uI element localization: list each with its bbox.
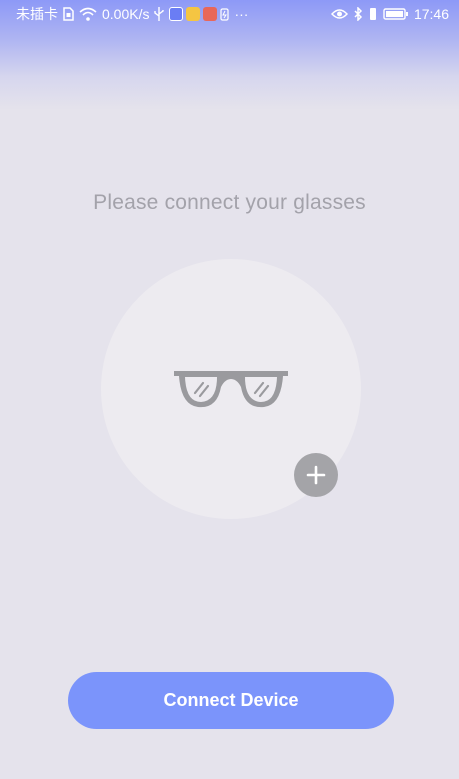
eye-icon — [330, 8, 348, 20]
clock: 17:46 — [413, 6, 449, 22]
glasses-icon — [174, 371, 288, 408]
app-notification-icons — [169, 7, 230, 21]
plus-icon — [306, 465, 326, 485]
bluetooth-icon — [353, 7, 363, 21]
vibrate-icon — [368, 7, 378, 21]
status-left: 未插卡 0.00K/s ··· — [16, 4, 248, 24]
more-notifications: ··· — [234, 6, 249, 22]
battery-icon — [383, 8, 409, 20]
net-speed: 0.00K/s — [102, 6, 150, 22]
add-device-button[interactable] — [294, 453, 338, 497]
connect-prompt: Please connect your glasses — [93, 191, 366, 214]
usb-icon — [154, 7, 165, 21]
status-right: 17:46 — [330, 6, 449, 22]
status-bar: 未插卡 0.00K/s ··· 17:46 — [0, 0, 459, 28]
connect-device-button[interactable]: Connect Device — [68, 672, 394, 729]
sim-icon — [63, 7, 74, 21]
wifi-icon — [79, 7, 97, 21]
carrier-label: 未插卡 — [16, 6, 58, 22]
